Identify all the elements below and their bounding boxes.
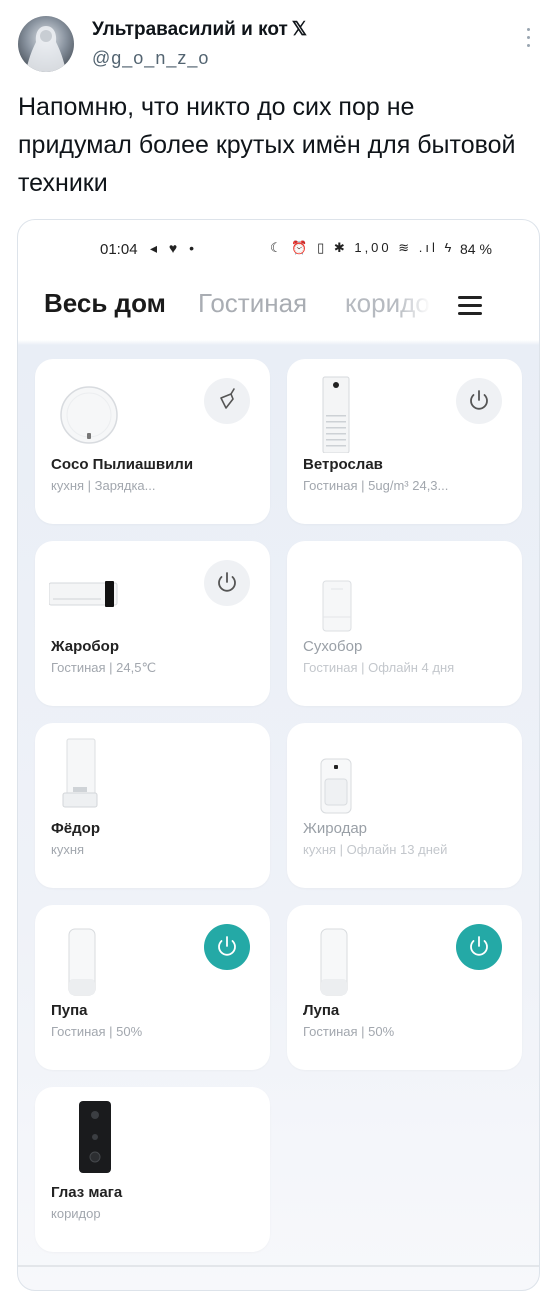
video-doorbell-icon (79, 1101, 111, 1173)
device-card[interactable]: Жиродар кухня | Офлайн 13 дней (287, 723, 522, 888)
device-card[interactable]: Пупа Гостиная | 50% (35, 905, 270, 1070)
x-badge-icon: 𝕏 (291, 19, 308, 40)
night-lamp-icon (320, 928, 348, 996)
power-icon (470, 936, 488, 956)
author-name-text: Ультравасилий и кот (92, 19, 288, 40)
tab-corridor[interactable]: коридор (345, 288, 431, 319)
device-card[interactable]: Лупа Гостиная | 50% (287, 905, 522, 1070)
device-status: Гостиная | 5ug/m³ 24,3... (303, 478, 449, 493)
clean-button[interactable] (204, 378, 250, 424)
status-system-icons: ☾ ⏰ ▯ ✱ 1,00 ≋ .ıl ϟ (270, 240, 455, 255)
device-card[interactable]: Сухобор Гостиная | Офлайн 4 дня (287, 541, 522, 706)
battery-level: 84 % (460, 241, 492, 257)
device-name: Сухобор (303, 638, 363, 655)
room-tabs: Весь дом Гостиная коридор (18, 288, 539, 328)
tab-whole-home[interactable]: Весь дом (44, 288, 166, 319)
attached-screenshot[interactable]: 01:04 ◂ ♥ • ☾ ⏰ ▯ ✱ 1,00 ≋ .ıl ϟ 84 % Ве… (17, 219, 540, 1291)
device-status: кухня | Зарядка... (51, 478, 156, 493)
air-purifier-icon (322, 376, 350, 453)
power-button[interactable] (456, 924, 502, 970)
author-handle[interactable]: @g_o_n_z_o (92, 48, 209, 69)
device-card[interactable]: Coco Пылиашвили кухня | Зарядка... (35, 359, 270, 524)
device-name: Ветрослав (303, 456, 383, 473)
device-name: Жаробор (51, 638, 119, 655)
author-name[interactable]: Ультравасилий и кот 𝕏 (92, 18, 307, 41)
device-status: кухня (51, 842, 85, 857)
device-card[interactable]: Глаз мага коридор (35, 1087, 270, 1252)
status-bar: 01:04 ◂ ♥ • ☾ ⏰ ▯ ✱ 1,00 ≋ .ıl ϟ 84 % (18, 238, 539, 268)
device-name: Жиродар (303, 820, 368, 837)
device-card[interactable]: Ветрослав Гостиная | 5ug/m³ 24,3... (287, 359, 522, 524)
device-name: Глаз мага (51, 1184, 123, 1201)
device-name: Пупа (51, 1002, 88, 1019)
night-lamp-icon (68, 928, 96, 996)
tweet-header: Ультравасилий и кот 𝕏 @g_o_n_z_o (18, 14, 538, 84)
power-icon (218, 936, 236, 956)
robot-vacuum-icon (60, 386, 118, 444)
device-status: кухня | Офлайн 13 дней (303, 842, 448, 857)
device-name: Coco Пылиашвили (51, 456, 194, 473)
device-card[interactable]: Жаробор Гостиная | 24,5℃ (35, 541, 270, 706)
tab-living-room[interactable]: Гостиная (198, 288, 307, 319)
device-name: Фёдор (51, 820, 100, 837)
power-button[interactable] (204, 924, 250, 970)
air-conditioner-icon (49, 581, 118, 607)
more-options-icon[interactable] (526, 28, 532, 50)
humidifier-icon (322, 580, 352, 632)
hamburger-menu-icon[interactable] (458, 296, 482, 316)
power-button[interactable] (456, 378, 502, 424)
device-name: Лупа (303, 1002, 340, 1019)
device-card[interactable]: Фёдор кухня (35, 723, 270, 888)
bottom-divider (18, 1265, 539, 1267)
device-status: Гостиная | 24,5℃ (51, 660, 157, 675)
broom-icon (220, 388, 235, 409)
power-icon (218, 572, 236, 592)
device-status: коридор (51, 1206, 101, 1221)
device-status: Гостиная | 50% (51, 1024, 143, 1039)
device-status: Гостиная | Офлайн 4 дня (303, 660, 455, 675)
author-avatar[interactable] (18, 16, 74, 72)
device-status: Гостиная | 50% (303, 1024, 395, 1039)
tweet-text: Напомню, что никто до сих пор не придума… (18, 93, 516, 197)
avatar-figure-icon (26, 26, 66, 72)
power-button[interactable] (204, 560, 250, 606)
power-icon (470, 390, 488, 410)
status-notification-icons: ◂ ♥ • (150, 240, 199, 256)
air-fryer-icon (320, 758, 352, 814)
status-time: 01:04 (100, 241, 138, 258)
water-dispenser-icon (62, 738, 98, 808)
